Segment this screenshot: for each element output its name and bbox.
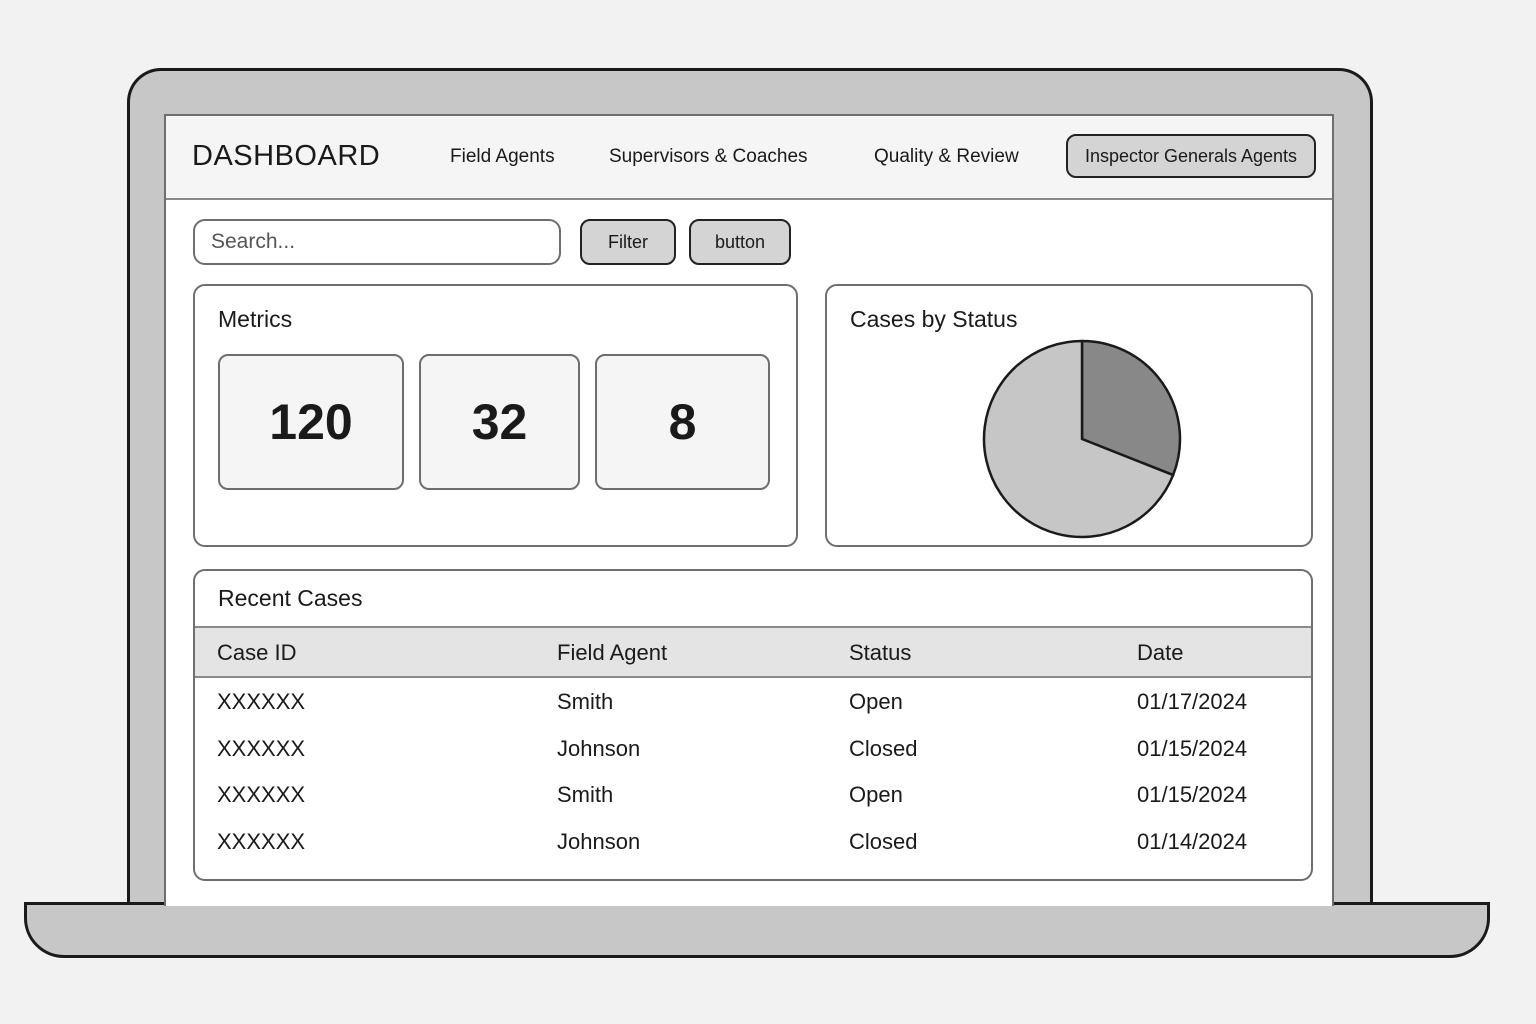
- nav-inspector-generals-agents[interactable]: Inspector Generals Agents: [1066, 134, 1316, 178]
- case-id-cell: XXXXXX: [217, 782, 306, 807]
- metric-value-3: 8: [668, 394, 697, 450]
- cases-by-status-panel: Cases by Status: [825, 284, 1313, 547]
- case-id-cell: XXXXXX: [217, 829, 306, 854]
- date-cell: 01/17/2024: [1137, 689, 1248, 714]
- nav-quality-review[interactable]: Quality & Review: [874, 146, 1019, 168]
- status-cell: Open: [849, 689, 903, 714]
- chart-title: Cases by Status: [850, 306, 1018, 332]
- status-cell: Closed: [849, 829, 918, 854]
- date-cell: 01/14/2024: [1137, 829, 1248, 854]
- column-header-date[interactable]: Date: [1137, 640, 1183, 666]
- nav-field-agents[interactable]: Field Agents: [450, 146, 555, 168]
- recent-cases-title: Recent Cases: [218, 585, 363, 611]
- table-row[interactable]: XXXXXX Johnson Closed 01/14/2024: [195, 819, 1311, 865]
- search-input[interactable]: [193, 219, 561, 265]
- metric-card-3: 8: [595, 354, 770, 490]
- case-id-cell: XXXXXX: [217, 689, 306, 714]
- column-header-field-agent[interactable]: Field Agent: [557, 640, 667, 666]
- metric-value-1: 120: [269, 394, 353, 450]
- field-agent-cell: Johnson: [557, 736, 641, 761]
- app-title: DASHBOARD: [192, 140, 381, 172]
- laptop-base: [24, 902, 1490, 958]
- metrics-panel: Metrics 120 32 8: [193, 284, 798, 547]
- status-cell: Closed: [849, 736, 918, 761]
- table-row[interactable]: XXXXXX Smith Open 01/17/2024: [195, 679, 1311, 725]
- metric-card-1: 120: [218, 354, 404, 490]
- generic-button[interactable]: button: [689, 219, 791, 265]
- status-pie-chart: [982, 339, 1182, 539]
- field-agent-cell: Johnson: [557, 829, 641, 854]
- table-row[interactable]: XXXXXX Smith Open 01/15/2024: [195, 772, 1311, 818]
- metric-card-2: 32: [419, 354, 580, 490]
- laptop-screen: DASHBOARD Field Agents Supervisors & Coa…: [164, 114, 1334, 906]
- field-agent-cell: Smith: [557, 782, 614, 807]
- metric-value-2: 32: [471, 394, 528, 450]
- nav-supervisors-coaches[interactable]: Supervisors & Coaches: [609, 146, 808, 168]
- filter-button[interactable]: Filter: [580, 219, 676, 265]
- field-agent-cell: Smith: [557, 689, 614, 714]
- top-navigation-bar: DASHBOARD Field Agents Supervisors & Coa…: [166, 116, 1332, 200]
- metrics-title: Metrics: [218, 306, 293, 332]
- date-cell: 01/15/2024: [1137, 782, 1248, 807]
- case-id-cell: XXXXXX: [217, 736, 306, 761]
- table-header: Case ID Field Agent Status Date: [195, 626, 1311, 678]
- column-header-case-id[interactable]: Case ID: [217, 640, 296, 666]
- table-row[interactable]: XXXXXX Johnson Closed 01/15/2024: [195, 726, 1311, 772]
- column-header-status[interactable]: Status: [849, 640, 911, 666]
- status-cell: Open: [849, 782, 903, 807]
- recent-cases-panel: Recent Cases Case ID Field Agent Status …: [193, 569, 1313, 881]
- date-cell: 01/15/2024: [1137, 736, 1248, 761]
